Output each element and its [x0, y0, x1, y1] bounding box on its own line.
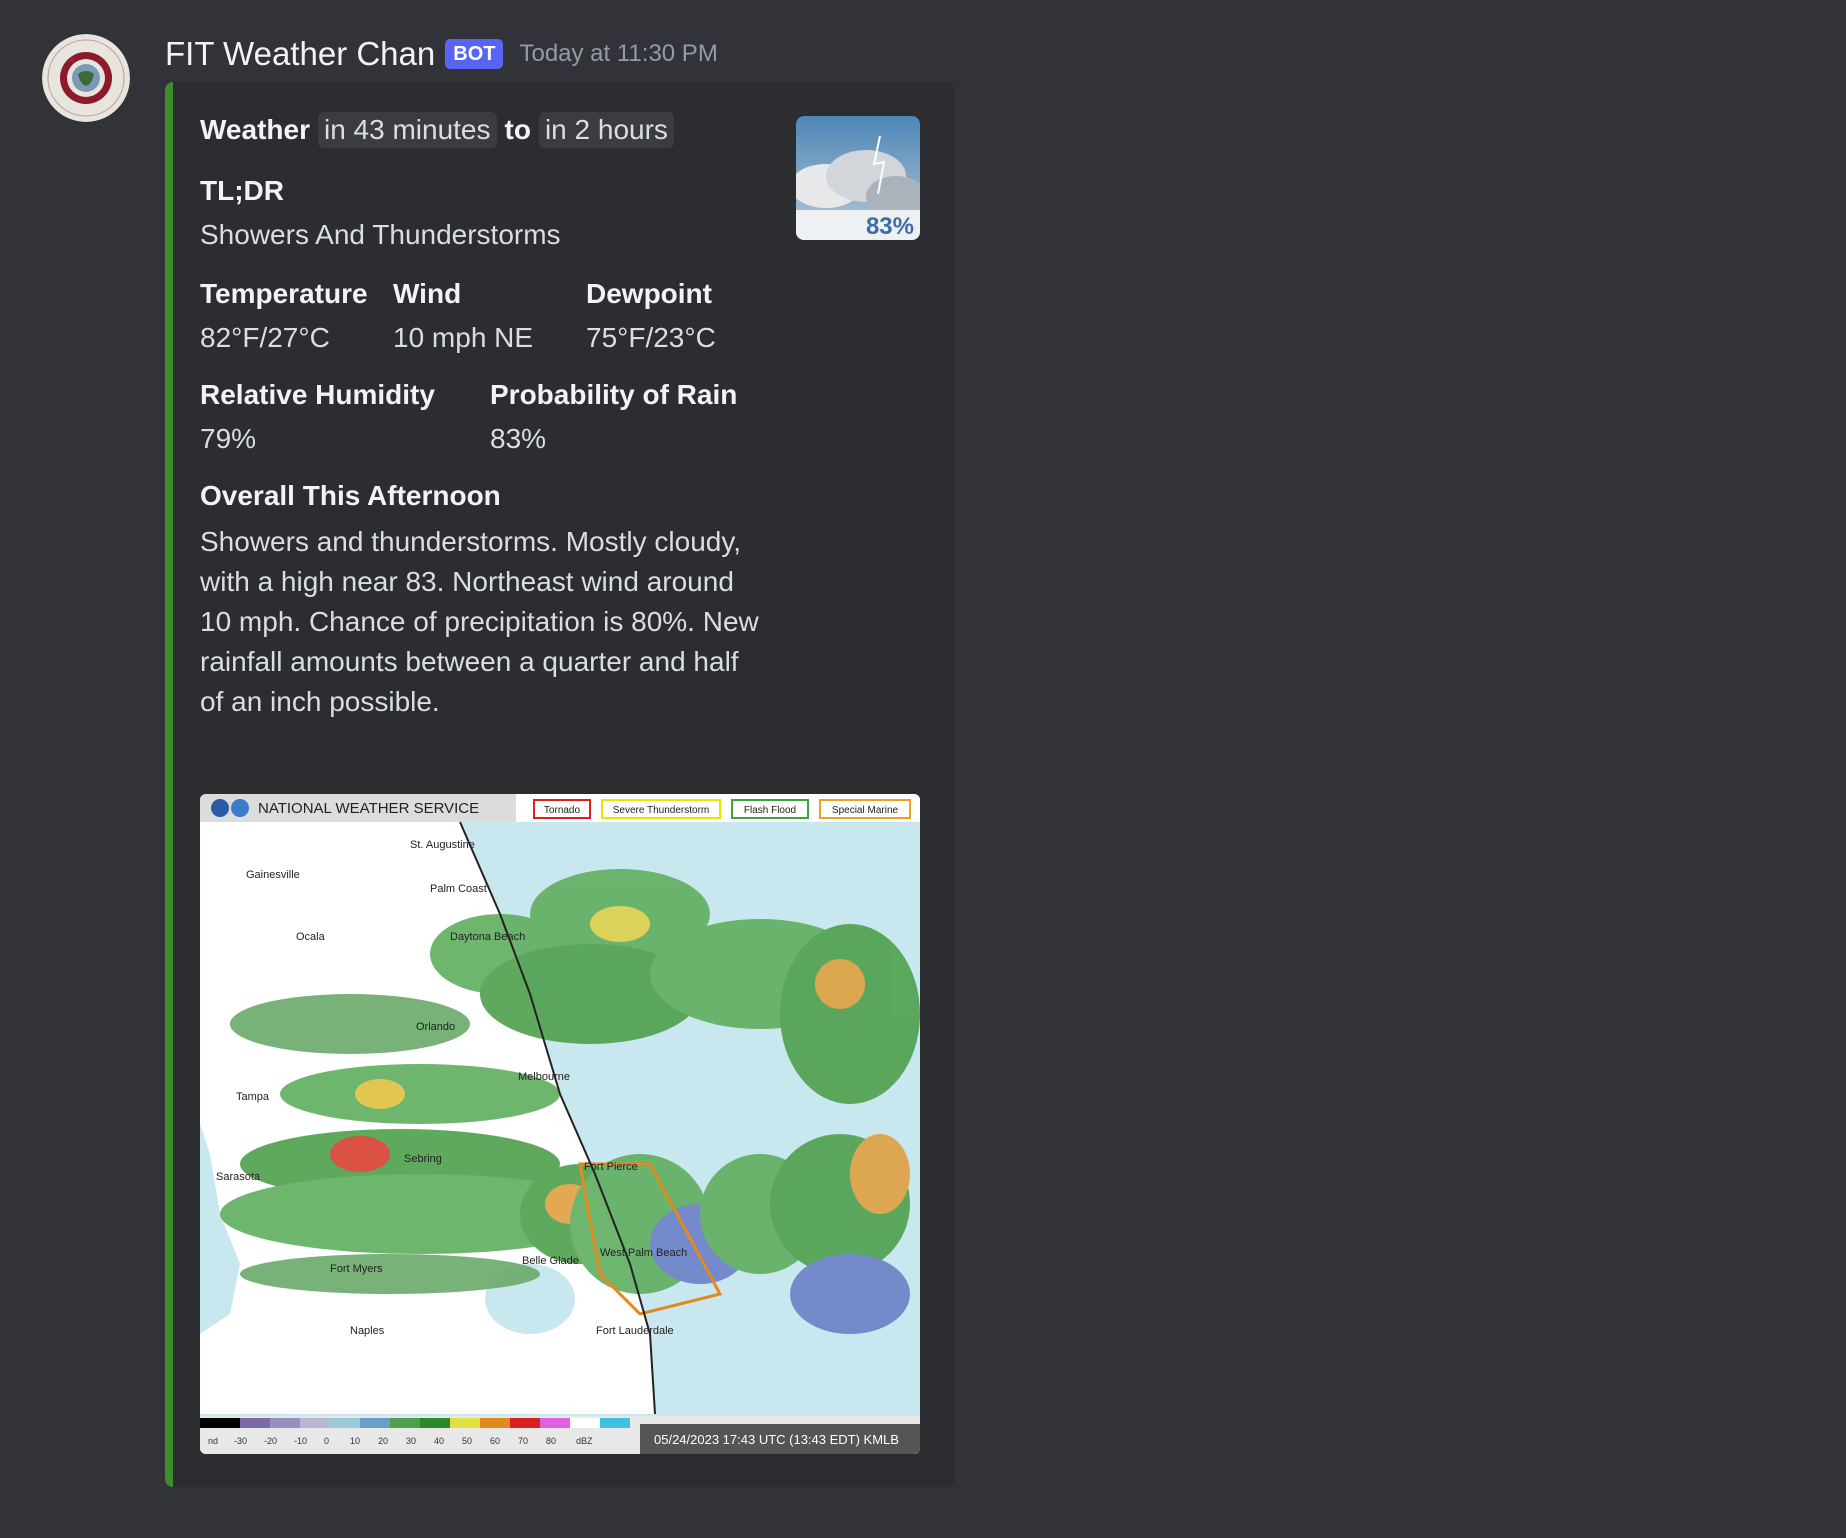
- svg-text:Fort Lauderdale: Fort Lauderdale: [596, 1325, 674, 1337]
- radar-timestamp: 05/24/2023 17:43 UTC (13:43 EDT) KMLB: [654, 1432, 899, 1447]
- legend-special-marine: Special Marine: [819, 799, 911, 819]
- svg-text:Naples: Naples: [350, 1325, 385, 1337]
- timestamp[interactable]: Today at 11:30 PM: [519, 40, 717, 68]
- weather-embed: Weather in 43 minutes to in 2 hours TL;D…: [165, 82, 955, 1487]
- humidity-label: Relative Humidity: [200, 379, 435, 410]
- svg-text:10: 10: [350, 1436, 360, 1446]
- svg-text:Ocala: Ocala: [296, 931, 326, 943]
- tldr-label: TL;DR: [200, 175, 284, 206]
- svg-text:St. Augustine: St. Augustine: [410, 839, 475, 851]
- svg-text:nd: nd: [208, 1436, 218, 1446]
- svg-text:-10: -10: [294, 1436, 307, 1446]
- tldr-value: Showers And Thunderstorms: [200, 219, 561, 250]
- svg-text:Sarasota: Sarasota: [216, 1171, 261, 1183]
- svg-text:Belle Glade: Belle Glade: [522, 1255, 579, 1267]
- wind-label: Wind: [393, 278, 462, 309]
- weather-thumbnail[interactable]: 83%: [796, 116, 920, 240]
- svg-text:Special Marine: Special Marine: [832, 805, 899, 816]
- svg-text:30: 30: [406, 1436, 416, 1446]
- radar-map[interactable]: NATIONAL WEATHER SERVICE Tornado Severe …: [200, 794, 920, 1454]
- humidity-value: 79%: [200, 423, 257, 454]
- svg-text:Flash Flood: Flash Flood: [744, 805, 796, 816]
- temperature-value: 82°F/27°C: [200, 322, 330, 353]
- legend-flash-flood: Flash Flood: [731, 799, 809, 819]
- svg-text:-20: -20: [264, 1436, 277, 1446]
- svg-text:70: 70: [518, 1436, 528, 1446]
- chat-message: FIT Weather Chan BOT Today at 11:30 PM W…: [0, 0, 1846, 1538]
- rain-probability-value: 83%: [490, 423, 547, 454]
- svg-text:Orlando: Orlando: [416, 1021, 455, 1033]
- username[interactable]: FIT Weather Chan: [165, 35, 435, 73]
- svg-text:Gainesville: Gainesville: [246, 869, 300, 881]
- svg-text:Daytona Beach: Daytona Beach: [450, 931, 525, 943]
- radar-map-svg: NATIONAL WEATHER SERVICE Tornado Severe …: [200, 794, 920, 1454]
- temperature-label: Temperature: [200, 278, 368, 309]
- dewpoint-label: Dewpoint: [586, 278, 712, 309]
- bot-avatar[interactable]: [42, 34, 130, 122]
- embed-title: Weather in 43 minutes to in 2 hours: [200, 112, 674, 148]
- svg-text:40: 40: [434, 1436, 444, 1446]
- svg-text:Melbourne: Melbourne: [518, 1071, 570, 1083]
- title-weather: Weather: [200, 114, 310, 145]
- svg-text:80: 80: [546, 1436, 556, 1446]
- bot-tag: BOT: [445, 39, 504, 69]
- message-header: FIT Weather Chan BOT Today at 11:30 PM: [165, 32, 718, 76]
- svg-text:Severe Thunderstorm: Severe Thunderstorm: [613, 805, 710, 816]
- svg-text:Tampa: Tampa: [236, 1091, 270, 1103]
- time-to-chip[interactable]: in 2 hours: [538, 112, 674, 148]
- legend-tornado: Tornado: [533, 799, 591, 819]
- svg-text:Fort Pierce: Fort Pierce: [584, 1161, 638, 1173]
- dbz-scale: [200, 1418, 630, 1428]
- overall-label: Overall This Afternoon: [200, 480, 501, 511]
- thumbnail-percent: 83%: [866, 213, 914, 240]
- legend-severe-thunderstorm: Severe Thunderstorm: [601, 799, 721, 819]
- svg-text:Palm Coast: Palm Coast: [430, 883, 487, 895]
- overall-description: Showers and thunderstorms. Mostly cloudy…: [200, 526, 759, 717]
- svg-text:-30: -30: [234, 1436, 247, 1446]
- svg-text:20: 20: [378, 1436, 388, 1446]
- nws-header: NATIONAL WEATHER SERVICE: [258, 800, 479, 817]
- time-from-chip[interactable]: in 43 minutes: [317, 112, 497, 148]
- rain-probability-label: Probability of Rain: [490, 379, 738, 410]
- svg-text:Tornado: Tornado: [544, 805, 581, 816]
- svg-text:60: 60: [490, 1436, 500, 1446]
- svg-text:West Palm Beach: West Palm Beach: [600, 1247, 687, 1259]
- wind-value: 10 mph NE: [393, 322, 534, 353]
- dewpoint-value: 75°F/23°C: [586, 322, 716, 353]
- svg-text:0: 0: [324, 1436, 329, 1446]
- svg-text:Sebring: Sebring: [404, 1153, 442, 1165]
- svg-text:dBZ: dBZ: [576, 1436, 593, 1446]
- svg-text:Fort Myers: Fort Myers: [330, 1263, 383, 1275]
- svg-text:50: 50: [462, 1436, 472, 1446]
- title-to: to: [504, 114, 531, 145]
